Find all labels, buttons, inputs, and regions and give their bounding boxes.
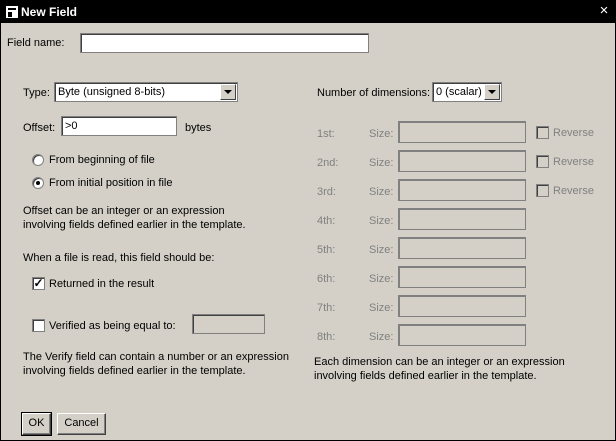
dimension-size-label: Size: — [369, 273, 394, 285]
dimension-size-label: Size: — [369, 128, 394, 140]
verify-help-line2: involving fields defined earlier in the … — [23, 365, 246, 377]
dimensions-label: Number of dimensions: — [317, 87, 431, 99]
offset-label: Offset: — [23, 122, 56, 134]
radio-from-initial-position[interactable] — [32, 177, 44, 189]
offset-unit: bytes — [185, 122, 212, 134]
dimension-reverse-label[interactable]: Reverse — [553, 156, 594, 168]
dimension-size-label: Size: — [369, 302, 394, 314]
dimension-ordinal: 5th: — [317, 244, 336, 256]
chevron-down-icon[interactable] — [484, 84, 500, 100]
field-name-input[interactable] — [80, 33, 369, 53]
dimension-size-label: Size: — [369, 331, 394, 343]
dimension-size-input[interactable] — [398, 324, 526, 346]
close-icon[interactable]: × — [596, 3, 612, 19]
offset-input[interactable] — [61, 116, 177, 136]
dimensions-help-line2: involving fields defined earlier in the … — [314, 370, 537, 382]
verified-value-input[interactable] — [192, 314, 265, 334]
dimension-ordinal: 1st: — [317, 128, 335, 140]
dimension-size-input[interactable] — [398, 208, 526, 230]
dimension-ordinal: 6th: — [317, 273, 336, 285]
chevron-down-icon[interactable] — [220, 84, 236, 100]
type-select[interactable]: Byte (unsigned 8-bits) — [54, 82, 238, 102]
offset-help-line2: involving fields defined earlier in the … — [23, 219, 246, 231]
dimensions-help-line1: Each dimension can be an integer or an e… — [314, 356, 565, 368]
dimension-size-label: Size: — [369, 215, 394, 227]
dimensions-select[interactable]: 0 (scalar) — [432, 82, 502, 102]
cancel-button[interactable]: Cancel — [57, 413, 106, 435]
verify-help-line1: The Verify field can contain a number or… — [23, 351, 289, 363]
dimension-size-label: Size: — [369, 244, 394, 256]
offset-help-line1: Offset can be an integer or an expressio… — [23, 205, 225, 217]
dimension-reverse-checkbox[interactable] — [536, 126, 549, 139]
type-select-value: Byte (unsigned 8-bits) — [58, 86, 165, 98]
title-bar[interactable]: New Field × — [1, 1, 615, 23]
returned-checkbox-label[interactable]: Returned in the result — [49, 278, 154, 290]
dimension-ordinal: 7th: — [317, 302, 336, 314]
dimension-reverse-checkbox[interactable] — [536, 155, 549, 168]
dimension-ordinal: 2nd: — [317, 157, 339, 169]
verified-checkbox-label[interactable]: Verified as being equal to: — [49, 320, 176, 332]
dimension-ordinal: 8th: — [317, 331, 336, 343]
dimension-size-input[interactable] — [398, 121, 526, 143]
window-title: New Field — [21, 5, 78, 19]
new-field-dialog: New Field × Field name: Type: Byte (unsi… — [0, 0, 616, 441]
dimension-reverse-label[interactable]: Reverse — [553, 185, 594, 197]
dimension-size-label: Size: — [369, 186, 394, 198]
window-icon — [6, 6, 18, 18]
radio-from-beginning[interactable] — [32, 154, 44, 166]
ok-button[interactable]: OK — [21, 412, 52, 436]
dimension-size-input[interactable] — [398, 150, 526, 172]
type-label: Type: — [23, 87, 50, 99]
dimension-ordinal: 3rd: — [317, 186, 336, 198]
field-name-label: Field name: — [7, 37, 65, 49]
radio-from-initial-position-label[interactable]: From initial position in file — [49, 177, 173, 189]
dimension-size-input[interactable] — [398, 295, 526, 317]
verified-checkbox[interactable] — [32, 319, 45, 332]
returned-checkbox[interactable]: ✓ — [32, 277, 45, 290]
dimension-size-label: Size: — [369, 157, 394, 169]
dimension-reverse-label[interactable]: Reverse — [553, 127, 594, 139]
dimensions-select-value: 0 (scalar) — [436, 86, 482, 98]
dimension-ordinal: 4th: — [317, 215, 336, 227]
read-section-heading: When a file is read, this field should b… — [23, 252, 215, 264]
dimension-size-input[interactable] — [398, 266, 526, 288]
dimension-reverse-checkbox[interactable] — [536, 184, 549, 197]
dimension-size-input[interactable] — [398, 179, 526, 201]
radio-from-beginning-label[interactable]: From beginning of file — [49, 154, 155, 166]
dimension-size-input[interactable] — [398, 237, 526, 259]
